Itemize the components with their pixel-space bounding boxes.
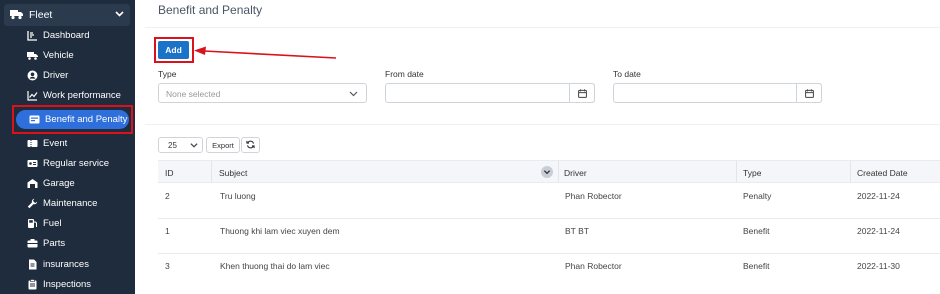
table-cell-subject[interactable]: Tru luong	[220, 191, 256, 201]
from-date-label: From date	[385, 69, 424, 79]
to-date-label: To date	[613, 69, 641, 79]
sidebar-item-insurances[interactable]: insurances	[26, 255, 130, 273]
calendar-icon[interactable]	[569, 83, 595, 103]
sidebar-item-label: Work performance	[43, 89, 121, 101]
page-length-select[interactable]: 25	[158, 137, 203, 153]
divider	[145, 124, 940, 125]
column-separator	[211, 161, 212, 182]
sidebar-item-dashboard[interactable]: Dashboard	[26, 26, 130, 44]
column-header-driver[interactable]: Driver	[564, 168, 587, 178]
table-cell-created-date: 2022-11-24	[857, 191, 900, 201]
chevron-down-icon	[349, 89, 358, 100]
garage-icon	[26, 177, 38, 189]
row-divider	[158, 218, 940, 219]
service-icon	[26, 157, 38, 169]
sidebar-item-inspections[interactable]: Inspections	[26, 275, 130, 293]
sidebar-item-maintenance[interactable]: Maintenance	[26, 194, 130, 212]
chevron-down-icon	[190, 141, 198, 151]
sidebar-item-regular-service[interactable]: Regular service	[26, 154, 130, 172]
refresh-icon	[246, 136, 255, 154]
sidebar-item-label: Dashboard	[43, 29, 90, 41]
to-date-input[interactable]	[613, 83, 822, 103]
calendar-icon[interactable]	[796, 83, 822, 103]
truck-icon	[10, 9, 23, 23]
type-filter-label: Type	[158, 69, 177, 79]
sidebar-item-driver[interactable]: Driver	[26, 66, 130, 84]
sidebar-item-label: Maintenance	[43, 197, 98, 209]
table-cell-subject[interactable]: Khen thuong thai do lam viec	[220, 261, 330, 271]
type-select[interactable]: None selected	[158, 83, 367, 103]
clipboard-icon	[26, 278, 38, 290]
truck-icon	[26, 49, 38, 61]
chart-icon	[26, 29, 38, 41]
line-chart-icon	[26, 89, 38, 101]
table-cell-driver: BT BT	[565, 226, 589, 236]
table-cell-subject[interactable]: Thuong khi lam viec xuyen dem	[220, 226, 340, 236]
sidebar-item-label: Garage	[43, 177, 75, 189]
user-icon	[26, 69, 38, 81]
table-cell-created-date: 2022-11-30	[857, 261, 900, 271]
table-cell-type: Benefit	[743, 261, 770, 271]
column-header-created-date[interactable]: Created Date	[857, 168, 908, 178]
document-icon	[26, 258, 38, 270]
table-cell-type: Penalty	[743, 191, 772, 201]
chevron-down-icon	[115, 9, 124, 21]
highlight-box-add	[154, 37, 194, 63]
sidebar-item-label: Inspections	[43, 278, 92, 290]
ticket-icon	[26, 137, 38, 149]
table-cell-driver: Phan Robector	[565, 261, 622, 271]
export-button[interactable]: Export	[206, 137, 240, 153]
sidebar-item-label: Vehicle	[43, 49, 74, 61]
highlight-box-sidebar	[12, 105, 133, 134]
column-header-subject[interactable]: Subject	[219, 168, 247, 178]
column-separator	[850, 161, 851, 182]
wrench-icon	[26, 197, 38, 209]
type-select-value: None selected	[166, 89, 221, 99]
sidebar-item-label: Fuel	[43, 217, 62, 229]
column-separator	[558, 161, 559, 182]
page-title: Benefit and Penalty	[158, 3, 263, 17]
sidebar-section-fleet[interactable]: Fleet	[4, 4, 130, 26]
table-cell-id: 2	[165, 191, 170, 201]
page-length-value: 25	[168, 141, 177, 150]
table-cell-id: 3	[165, 261, 170, 271]
row-divider	[158, 253, 940, 254]
sort-chevron-icon[interactable]	[541, 166, 553, 178]
table-cell-driver: Phan Robector	[565, 191, 622, 201]
parts-icon	[26, 237, 38, 249]
sidebar-item-label: Regular service	[43, 157, 109, 169]
sidebar-item-parts[interactable]: Parts	[26, 234, 130, 252]
table-cell-type: Benefit	[743, 226, 770, 236]
sidebar-section-label: Fleet	[29, 9, 53, 21]
from-date-input[interactable]	[385, 83, 595, 103]
sidebar-item-garage[interactable]: Garage	[26, 174, 130, 192]
refresh-button[interactable]	[241, 137, 260, 153]
sidebar-item-label: Event	[43, 137, 68, 149]
sidebar-item-work-performance[interactable]: Work performance	[26, 86, 130, 104]
sidebar-item-label: Parts	[43, 237, 66, 249]
fuel-icon	[26, 217, 38, 229]
sidebar-item-label: Driver	[43, 69, 69, 81]
sidebar-item-vehicle[interactable]: Vehicle	[26, 46, 130, 64]
sidebar-item-event[interactable]: Event	[26, 134, 130, 152]
divider	[145, 27, 940, 28]
table-cell-created-date: 2022-11-24	[857, 226, 900, 236]
column-header-type[interactable]: Type	[743, 168, 761, 178]
sidebar-item-fuel[interactable]: Fuel	[26, 214, 130, 232]
column-separator	[736, 161, 737, 182]
sidebar-item-label: insurances	[43, 258, 89, 270]
column-header-id[interactable]: ID	[165, 168, 174, 178]
table-cell-id: 1	[165, 226, 170, 236]
arrow-annotation	[194, 46, 337, 59]
